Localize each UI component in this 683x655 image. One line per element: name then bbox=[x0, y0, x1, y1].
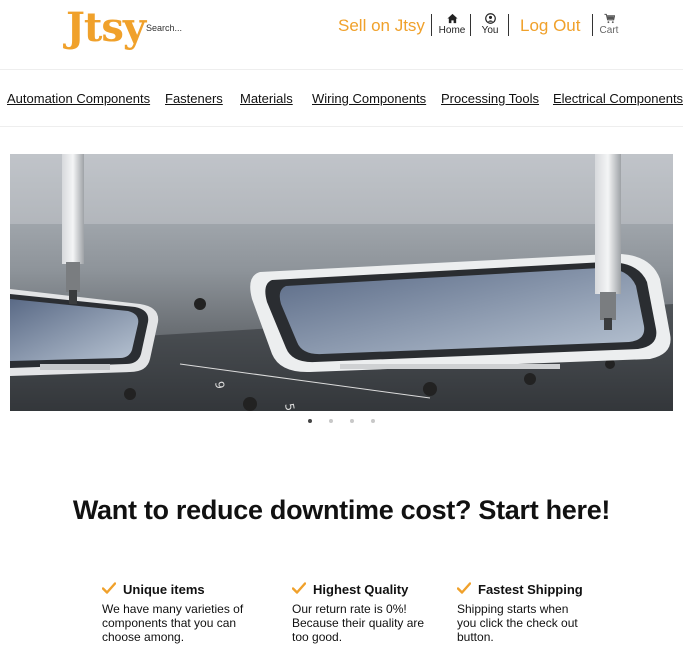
cart-link[interactable]: Cart bbox=[592, 13, 626, 36]
user-icon bbox=[473, 13, 507, 25]
carousel-dot[interactable] bbox=[371, 419, 375, 423]
header-divider bbox=[470, 14, 471, 36]
category-wiring-components[interactable]: Wiring Components bbox=[312, 91, 426, 106]
phones-on-test-bench-image: 9 5 bbox=[10, 154, 673, 411]
sell-on-jtsy-link[interactable]: Sell on Jtsy bbox=[338, 16, 425, 36]
you-link[interactable]: You bbox=[473, 13, 507, 36]
header-divider bbox=[508, 14, 509, 36]
category-materials[interactable]: Materials bbox=[240, 91, 293, 106]
feature-title: Fastest Shipping bbox=[478, 581, 583, 597]
check-icon bbox=[291, 582, 308, 596]
feature-highest-quality: Highest Quality Our return rate is 0%! B… bbox=[291, 580, 452, 644]
log-out-link[interactable]: Log Out bbox=[520, 16, 581, 36]
feature-description: Shipping starts when you click the check… bbox=[457, 602, 578, 644]
category-electrical-components[interactable]: Electrical Components bbox=[553, 91, 683, 106]
feature-title: Unique items bbox=[123, 581, 205, 597]
home-icon bbox=[435, 13, 469, 25]
home-link[interactable]: Home bbox=[435, 13, 469, 36]
category-nav: Automation Components Fasteners Material… bbox=[0, 70, 683, 127]
hero-carousel-image[interactable]: 9 5 bbox=[10, 154, 673, 411]
carousel-dot[interactable] bbox=[308, 419, 312, 423]
header-divider bbox=[431, 14, 432, 36]
feature-unique-items: Unique items We have many varieties of c… bbox=[101, 580, 262, 644]
home-label: Home bbox=[438, 25, 466, 36]
svg-text:5: 5 bbox=[282, 402, 297, 411]
site-header: Jtsy Sell on Jtsy Home You Log Out Cart bbox=[0, 0, 683, 70]
site-logo[interactable]: Jtsy bbox=[66, 4, 146, 51]
feature-title: Highest Quality bbox=[313, 581, 409, 597]
cart-icon bbox=[592, 13, 626, 25]
search-input[interactable] bbox=[146, 20, 276, 36]
feature-fastest-shipping: Fastest Shipping Shipping starts when yo… bbox=[456, 580, 617, 644]
cart-label: Cart bbox=[599, 25, 619, 36]
feature-description: Our return rate is 0%! Because their qua… bbox=[292, 602, 425, 644]
feature-description: We have many varieties of components tha… bbox=[102, 602, 244, 644]
category-processing-tools[interactable]: Processing Tools bbox=[441, 91, 539, 106]
category-fasteners[interactable]: Fasteners bbox=[165, 91, 223, 106]
check-icon bbox=[101, 582, 118, 596]
you-label: You bbox=[481, 25, 499, 36]
category-automation-components[interactable]: Automation Components bbox=[7, 91, 150, 106]
check-icon bbox=[456, 582, 473, 596]
carousel-dot[interactable] bbox=[350, 419, 354, 423]
page-headline: Want to reduce downtime cost? Start here… bbox=[72, 495, 611, 525]
carousel-dot[interactable] bbox=[329, 419, 333, 423]
